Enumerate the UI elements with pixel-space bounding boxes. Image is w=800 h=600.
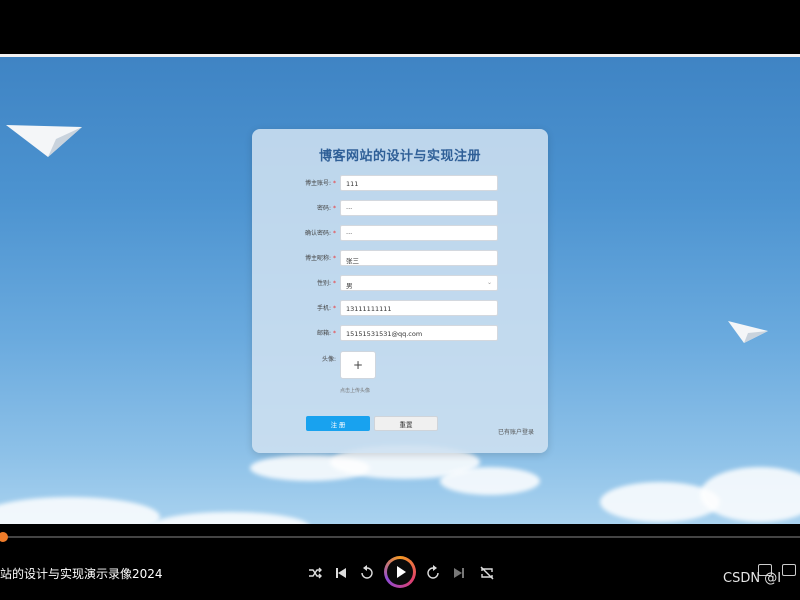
play-button[interactable] <box>384 556 416 588</box>
forward-icon[interactable] <box>424 564 442 582</box>
gender-select[interactable]: 男 ⌄ <box>340 275 498 291</box>
form-row-nickname: 博主昵称: * 张三 <box>252 250 548 266</box>
chevron-down-icon: ⌄ <box>486 279 492 286</box>
field-label: 密码: * <box>316 205 336 212</box>
form-row-confirm-password: 确认密码: * ··· <box>252 225 548 241</box>
account-input[interactable]: 111 <box>340 175 498 191</box>
reset-button[interactable]: 重置 <box>374 416 438 431</box>
screen: 博客网站的设计与实现注册 博主账号: * 111 密码: * ··· 确认密码: * … <box>0 0 800 600</box>
email-input[interactable]: 15151531531@qq.com <box>340 325 498 341</box>
phone-input[interactable]: 13111111111 <box>340 300 498 316</box>
login-link[interactable]: 已有账户登录 <box>498 427 534 436</box>
form-title: 博客网站的设计与实现注册 <box>318 149 481 164</box>
nickname-input[interactable]: 张三 <box>340 250 498 266</box>
register-button[interactable]: 注 册 <box>306 416 370 431</box>
video-title: 站的设计与实现演示录像2024 <box>0 567 163 581</box>
form-row-email: 邮箱: * 15151531531@qq.com <box>252 325 548 341</box>
play-button-inner <box>387 559 413 585</box>
avatar-upload[interactable]: + <box>340 351 376 379</box>
play-icon <box>397 566 406 578</box>
player-controls: 站的设计与实现演示录像2024 CSDN @I <box>0 524 800 600</box>
progress-handle[interactable] <box>0 532 8 542</box>
cloud <box>440 467 540 495</box>
form-row-account: 博主账号: * 111 <box>252 175 548 191</box>
confirm-password-input[interactable]: ··· <box>340 225 498 241</box>
top-letterbox <box>0 0 800 54</box>
upload-hint: 点击上传头像 <box>340 388 371 394</box>
password-input[interactable]: ··· <box>340 200 498 216</box>
form-row-phone: 手机: * 13111111111 <box>252 300 548 316</box>
form-row-avatar: 头像: <box>252 351 548 367</box>
field-label: 手机: * <box>316 305 336 312</box>
paper-plane-icon <box>728 321 768 343</box>
plus-icon: + <box>353 358 364 372</box>
cloud <box>700 467 800 522</box>
field-label: 性别: * <box>316 280 336 287</box>
cloud <box>0 497 160 524</box>
skip-back-icon[interactable] <box>332 564 350 582</box>
video-frame[interactable]: 博客网站的设计与实现注册 博主账号: * 111 密码: * ··· 确认密码: * … <box>0 57 800 524</box>
field-label: 博主账号: * <box>304 180 336 187</box>
cloud <box>150 512 310 524</box>
loop-icon[interactable] <box>478 564 496 582</box>
field-label: 邮箱: * <box>316 330 336 337</box>
register-form-card: 博客网站的设计与实现注册 博主账号: * 111 密码: * ··· 确认密码: * … <box>252 129 548 453</box>
form-row-password: 密码: * ··· <box>252 200 548 216</box>
paper-plane-icon <box>6 125 82 157</box>
watermark: CSDN @I <box>723 571 782 586</box>
field-label: 博主昵称: * <box>304 255 336 262</box>
avatar-label: 头像: <box>321 356 336 363</box>
gender-value: 男 <box>346 282 353 290</box>
skip-forward-icon[interactable] <box>450 564 468 582</box>
window-icon[interactable] <box>782 564 796 576</box>
rewind-icon[interactable] <box>358 564 376 582</box>
shuffle-icon[interactable] <box>306 564 324 582</box>
form-row-gender: 性别: * 男 ⌄ <box>252 275 548 291</box>
field-label: 确认密码: * <box>304 230 336 237</box>
progress-track[interactable] <box>0 536 800 538</box>
